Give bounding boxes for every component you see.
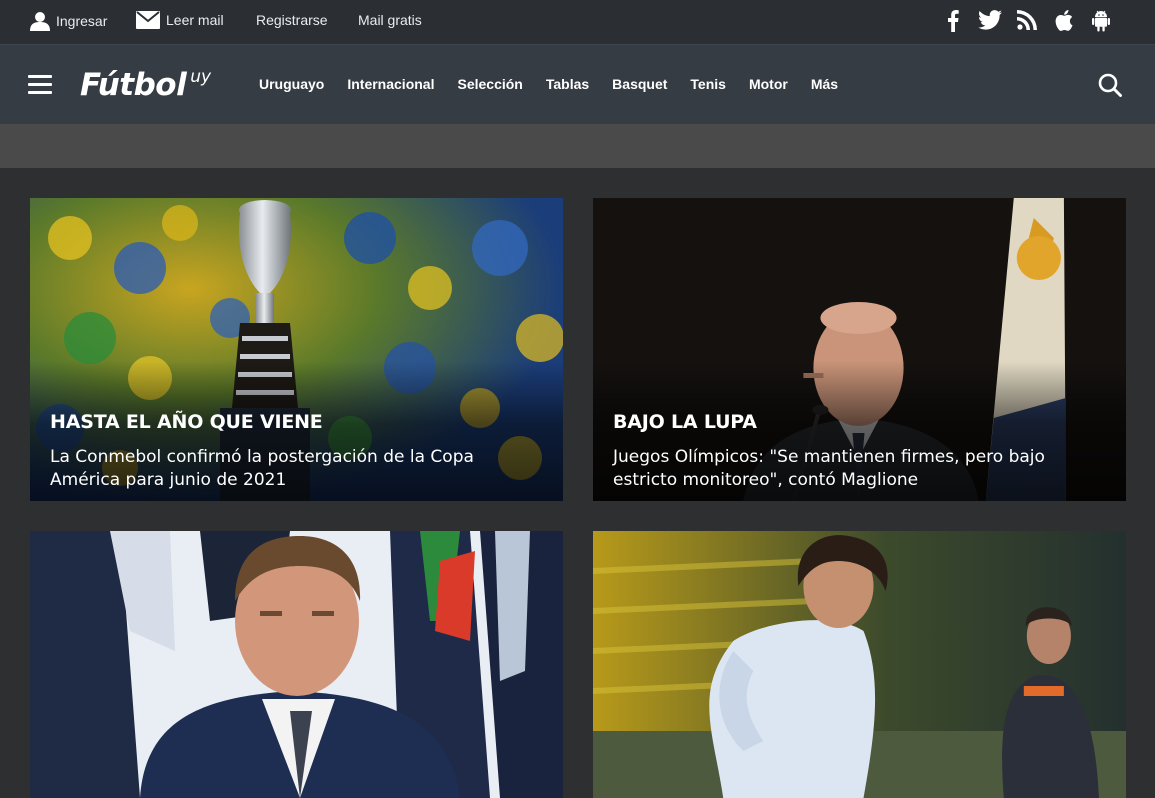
read-mail-label: Leer mail <box>166 12 224 28</box>
logo-wordmark: Fútbol <box>80 67 187 103</box>
apple-icon[interactable] <box>1045 10 1082 34</box>
user-icon <box>30 12 50 31</box>
facebook-icon[interactable] <box>934 10 971 34</box>
article-card-maglione[interactable]: BAJO LA LUPA Juegos Olímpicos: "Se manti… <box>593 198 1126 501</box>
android-icon[interactable] <box>1082 10 1119 34</box>
article-kicker: HASTA EL AÑO QUE VIENE <box>50 411 323 433</box>
nav-item-tablas[interactable]: Tablas <box>546 76 589 92</box>
section-menu: Uruguayo Internacional Selección Tablas … <box>259 76 861 92</box>
article-headline[interactable]: La Conmebol confirmó la postergación de … <box>50 446 545 492</box>
main-navbar: Fútbol uy Uruguayo Internacional Selecci… <box>0 44 1155 124</box>
article-headline[interactable]: Juegos Olímpicos: "Se mantienen firmes, … <box>613 446 1108 492</box>
nav-item-internacional[interactable]: Internacional <box>347 76 434 92</box>
nav-item-tenis[interactable]: Tenis <box>690 76 726 92</box>
official-in-suit-photo <box>30 531 563 798</box>
search-icon[interactable] <box>1098 73 1122 97</box>
rss-icon[interactable] <box>1008 10 1045 34</box>
login-link[interactable]: Ingresar <box>30 11 107 31</box>
site-logo[interactable]: Fútbol uy <box>80 66 211 106</box>
logo-suffix: uy <box>190 67 212 87</box>
article-card-dominguez[interactable] <box>30 531 563 798</box>
article-kicker: BAJO LA LUPA <box>613 411 757 433</box>
social-links <box>934 10 1119 34</box>
article-card-copa-america[interactable]: HASTA EL AÑO QUE VIENE La Conmebol confi… <box>30 198 563 501</box>
nav-item-motor[interactable]: Motor <box>749 76 788 92</box>
nav-item-mas[interactable]: Más <box>811 76 838 92</box>
free-mail-link[interactable]: Mail gratis <box>358 12 422 28</box>
hamburger-menu-icon[interactable] <box>28 75 52 95</box>
read-mail-link[interactable]: Leer mail <box>136 11 224 29</box>
nav-item-uruguayo[interactable]: Uruguayo <box>259 76 324 92</box>
login-label: Ingresar <box>56 13 108 29</box>
nav-item-seleccion[interactable]: Selección <box>457 76 522 92</box>
mail-icon <box>136 11 160 29</box>
register-link[interactable]: Registrarse <box>256 12 328 28</box>
coach-on-pitch-photo <box>593 531 1126 798</box>
twitter-icon[interactable] <box>971 10 1008 34</box>
nav-item-basquet[interactable]: Basquet <box>612 76 667 92</box>
top-utility-bar: Ingresar Leer mail Registrarse Mail grat… <box>0 0 1155 44</box>
article-card-forlan[interactable] <box>593 531 1126 798</box>
ad-banner-strip <box>0 124 1155 168</box>
